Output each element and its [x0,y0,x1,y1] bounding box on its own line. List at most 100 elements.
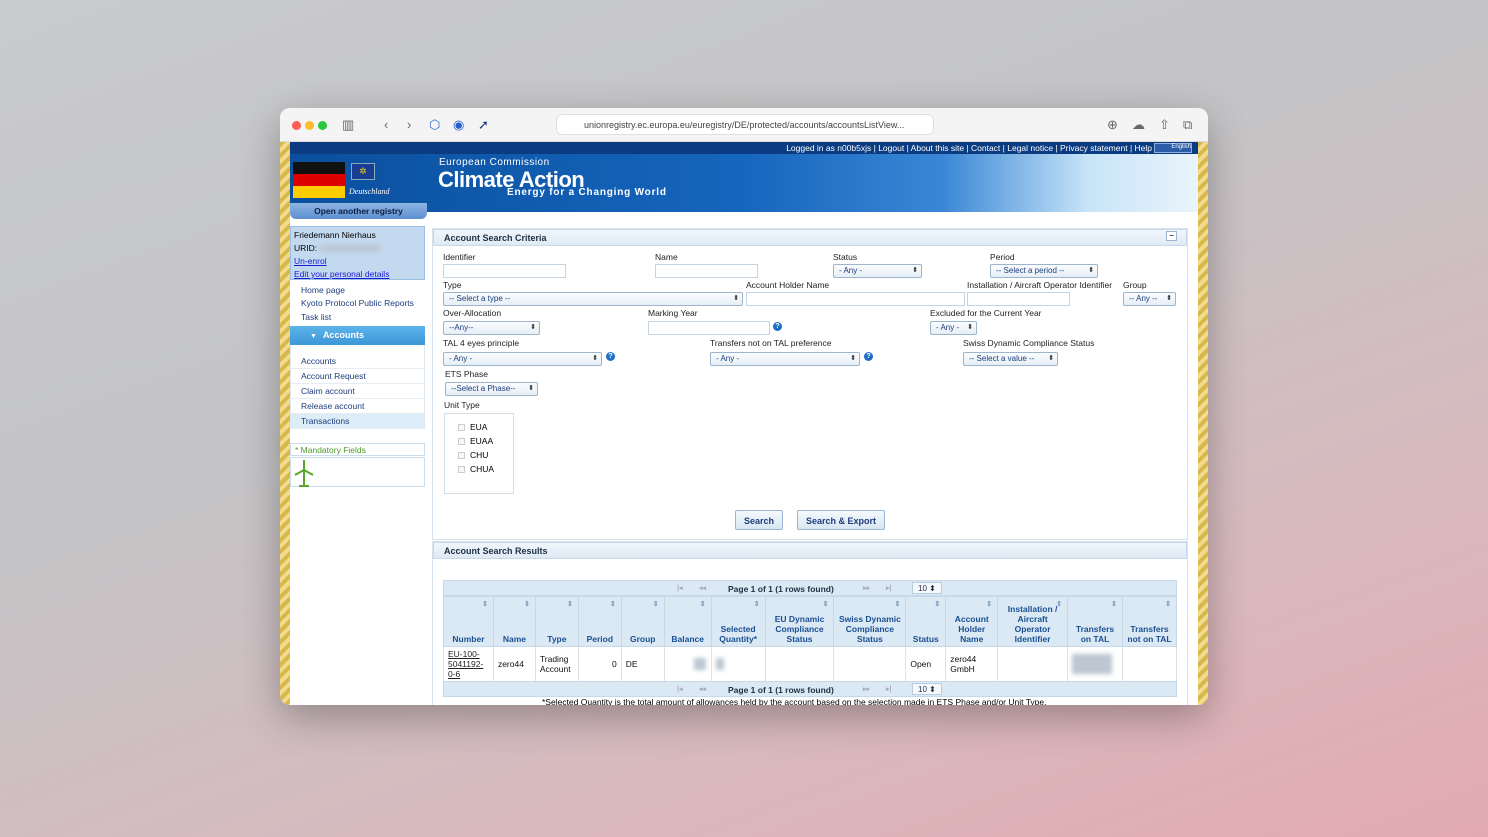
name-input[interactable] [655,264,758,278]
unit-eua-label: EUA [470,422,488,432]
help-link[interactable]: Help [1135,143,1152,153]
search-export-button[interactable]: Search & Export [797,510,885,530]
last-page-icon[interactable]: ▸| [886,685,891,693]
sort-icon[interactable]: ⇕ [934,600,940,610]
submenu-transactions[interactable]: Transactions [291,414,424,429]
contact-link[interactable]: Contact [971,143,1000,153]
extension-icon[interactable]: ⬡ [429,117,440,133]
group-select[interactable]: -- Any -- [1123,292,1176,306]
period-select[interactable]: -- Select a period -- [990,264,1098,278]
submenu-account-request[interactable]: Account Request [291,369,424,384]
next-page-icon[interactable]: ▸▸ [863,584,870,592]
legal-link[interactable]: Legal notice [1007,143,1053,153]
about-link[interactable]: About this site [911,143,964,153]
tabs-icon[interactable]: ⧉ [1183,117,1192,133]
submenu-accounts[interactable]: Accounts [291,354,424,369]
status-select[interactable]: - Any - [833,264,922,278]
back-icon[interactable]: ‹ [384,117,388,132]
nav-task-list[interactable]: Task list [301,312,331,322]
prev-page-icon[interactable]: ◂◂ [699,685,706,693]
close-window-button[interactable] [292,121,301,130]
column-header[interactable]: ⇕ Number [443,596,494,647]
ets-phase-select[interactable]: --Select a Phase-- [445,382,538,396]
submenu-release-account[interactable]: Release account [291,399,424,414]
nav-home[interactable]: Home page [301,285,345,295]
sort-icon[interactable]: ⇕ [653,600,659,610]
help-icon[interactable]: ? [606,352,615,361]
sidebar-icon[interactable]: ▥ [342,117,354,133]
column-header[interactable]: ⇕ Balance [663,596,712,647]
excluded-select[interactable]: - Any - [930,321,977,335]
column-header[interactable]: ⇕ Swiss Dynamic Compliance Status [833,596,907,647]
first-page-icon[interactable]: |◂ [677,685,682,693]
sort-icon[interactable]: ⇕ [1165,600,1171,610]
open-registry-button[interactable]: Open another registry [290,203,427,219]
nav-kyoto-reports[interactable]: Kyoto Protocol Public Reports [301,298,414,308]
column-header[interactable]: ⇕ Group [620,596,665,647]
marking-year-input[interactable] [648,321,770,335]
over-allocation-select[interactable]: --Any-- [443,321,540,335]
column-header[interactable]: ⇕ Type [534,596,579,647]
sort-icon[interactable]: ⇕ [1056,600,1062,610]
help-icon[interactable]: ? [773,322,782,331]
collapse-button[interactable]: − [1166,231,1177,241]
download-icon[interactable]: ⊕ [1107,117,1118,133]
sort-icon[interactable]: ⇕ [482,600,488,610]
logout-link[interactable]: Logout [878,143,904,153]
unit-euaa-checkbox[interactable] [458,438,465,445]
sort-icon[interactable]: ⇕ [894,600,900,610]
minimize-window-button[interactable] [305,121,314,130]
sort-icon[interactable]: ⇕ [610,600,616,610]
cloud-icon[interactable]: ☁ [1132,117,1145,133]
accounts-menu-header[interactable]: ▼ Accounts [290,326,425,345]
not-tal-select[interactable]: - Any - [710,352,860,366]
column-header[interactable]: ⇕ Name [492,596,536,647]
privacy-link[interactable]: Privacy statement [1060,143,1128,153]
prev-page-icon[interactable]: ◂◂ [699,584,706,592]
share-icon[interactable]: ⇧ [1159,117,1170,133]
column-header[interactable]: ⇕ Account Holder Name [945,596,999,647]
column-header[interactable]: ⇕ Period [577,596,622,647]
column-header[interactable]: ⇕ EU Dynamic Compliance Status [764,596,835,647]
sort-icon[interactable]: ⇕ [1111,600,1117,610]
account-number-link[interactable]: EU-100-5041192-0-6 [448,649,483,679]
sort-icon[interactable]: ⇕ [567,600,573,610]
type-select[interactable]: -- Select a type -- [443,292,743,306]
unit-chua-checkbox[interactable] [458,466,465,473]
address-bar[interactable]: unionregistry.ec.europa.eu/euregistry/DE… [556,114,934,135]
column-header[interactable]: ⇕ Selected Quantity* [710,596,766,647]
pager-text: Page 1 of 1 (1 rows found) [728,685,834,695]
search-button[interactable]: Search [735,510,783,530]
column-label: Swiss Dynamic Compliance Status [838,614,901,644]
column-header[interactable]: ⇕ Transfers on TAL [1067,596,1123,647]
help-icon[interactable]: ? [864,352,873,361]
page-size-select[interactable]: 10 ⬍ [912,582,942,594]
extension-bird-icon[interactable]: ➚ [478,117,489,133]
sort-icon[interactable]: ⇕ [524,600,530,610]
column-header[interactable]: ⇕ Transfers not on TAL [1121,596,1178,647]
edit-details-link[interactable]: Edit your personal details [294,268,421,281]
installation-input[interactable] [967,292,1070,306]
sort-icon[interactable]: ⇕ [700,600,706,610]
tal4-select[interactable]: - Any - [443,352,602,366]
unenrol-link[interactable]: Un-enrol [294,255,421,268]
forward-icon[interactable]: › [407,117,411,132]
swiss-select[interactable]: -- Select a value -- [963,352,1058,366]
language-select[interactable]: English [1154,143,1192,153]
submenu-claim-account[interactable]: Claim account [291,384,424,399]
last-page-icon[interactable]: ▸| [886,584,891,592]
identifier-input[interactable] [443,264,566,278]
password-icon[interactable]: ◉ [453,117,464,133]
maximize-window-button[interactable] [318,121,327,130]
unit-eua-checkbox[interactable] [458,424,465,431]
sort-icon[interactable]: ⇕ [754,600,760,610]
next-page-icon[interactable]: ▸▸ [863,685,870,693]
column-header[interactable]: ⇕ Installation / Aircraft Operator Identi… [997,596,1069,647]
column-header[interactable]: ⇕ Status [905,596,947,647]
sort-icon[interactable]: ⇕ [823,600,829,610]
sort-icon[interactable]: ⇕ [986,600,992,610]
first-page-icon[interactable]: |◂ [677,584,682,592]
unit-chu-checkbox[interactable] [458,452,465,459]
holder-input[interactable] [746,292,965,306]
page-size-select[interactable]: 10 ⬍ [912,683,942,695]
